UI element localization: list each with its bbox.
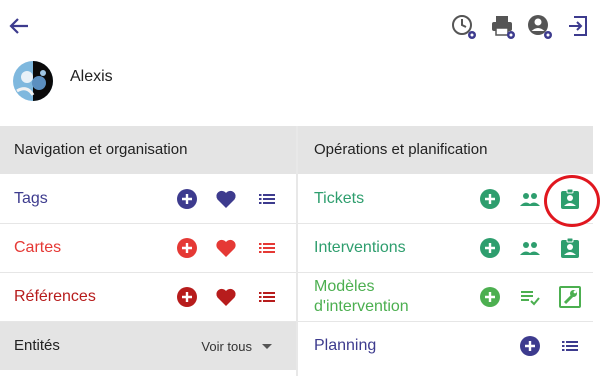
back-arrow-icon[interactable] [6, 13, 32, 39]
list-item-interventions[interactable]: Interventions [298, 224, 593, 273]
row-label: Interventions [314, 239, 406, 256]
add-circle-icon[interactable] [478, 285, 502, 309]
add-circle-icon[interactable] [518, 334, 542, 358]
user-settings-icon[interactable] [526, 13, 554, 41]
section-title: Entités [14, 337, 60, 354]
logout-icon[interactable] [566, 13, 594, 41]
row-label: Tags [14, 190, 48, 207]
heart-icon[interactable] [214, 285, 238, 309]
list-item-tickets[interactable]: Tickets [298, 175, 593, 224]
heart-icon[interactable] [214, 236, 238, 260]
section-header-navigation: Navigation et organisation [0, 126, 296, 174]
assignment-ind-icon[interactable] [558, 187, 582, 211]
list-icon[interactable] [255, 236, 279, 260]
list-item-references[interactable]: Références [0, 273, 296, 322]
row-label: Modèles d'intervention [314, 278, 409, 315]
section-header-entites: Entités Voir tous [0, 322, 296, 370]
add-circle-icon[interactable] [175, 236, 199, 260]
group-icon[interactable] [518, 187, 542, 211]
add-circle-icon[interactable] [175, 187, 199, 211]
wrench-icon[interactable] [558, 285, 582, 309]
operations-panel: Opérations et planification Tickets Inte… [298, 126, 593, 376]
checklist-icon[interactable] [518, 285, 542, 309]
row-label: Cartes [14, 239, 62, 256]
list-item-cartes[interactable]: Cartes [0, 224, 296, 273]
assignment-ind-icon[interactable] [558, 236, 582, 260]
profile-header: Alexis [0, 52, 603, 126]
heart-icon[interactable] [214, 187, 238, 211]
add-circle-icon[interactable] [478, 236, 502, 260]
print-settings-icon[interactable] [489, 13, 517, 41]
add-circle-icon[interactable] [478, 187, 502, 211]
row-label: Références [14, 288, 96, 305]
list-icon[interactable] [558, 334, 582, 358]
list-item-tags[interactable]: Tags [0, 175, 296, 224]
list-item-planning[interactable]: Planning [298, 322, 593, 371]
group-icon[interactable] [518, 236, 542, 260]
chevron-down-icon[interactable] [262, 344, 272, 349]
section-header-operations: Opérations et planification [298, 126, 593, 174]
top-bar [0, 0, 603, 52]
section-title: Navigation et organisation [14, 141, 188, 158]
history-settings-icon[interactable] [450, 13, 478, 41]
list-icon[interactable] [255, 187, 279, 211]
section-title: Opérations et planification [314, 141, 488, 158]
add-circle-icon[interactable] [175, 285, 199, 309]
list-item-modeles-intervention[interactable]: Modèles d'intervention [298, 273, 593, 322]
filter-dropdown[interactable]: Voir tous [201, 339, 252, 354]
list-icon[interactable] [255, 285, 279, 309]
navigation-panel: Navigation et organisation Tags Cartes R… [0, 126, 296, 376]
avatar[interactable] [13, 61, 53, 101]
row-label: Tickets [314, 190, 365, 207]
user-name: Alexis [70, 68, 113, 85]
row-label: Planning [314, 337, 377, 354]
